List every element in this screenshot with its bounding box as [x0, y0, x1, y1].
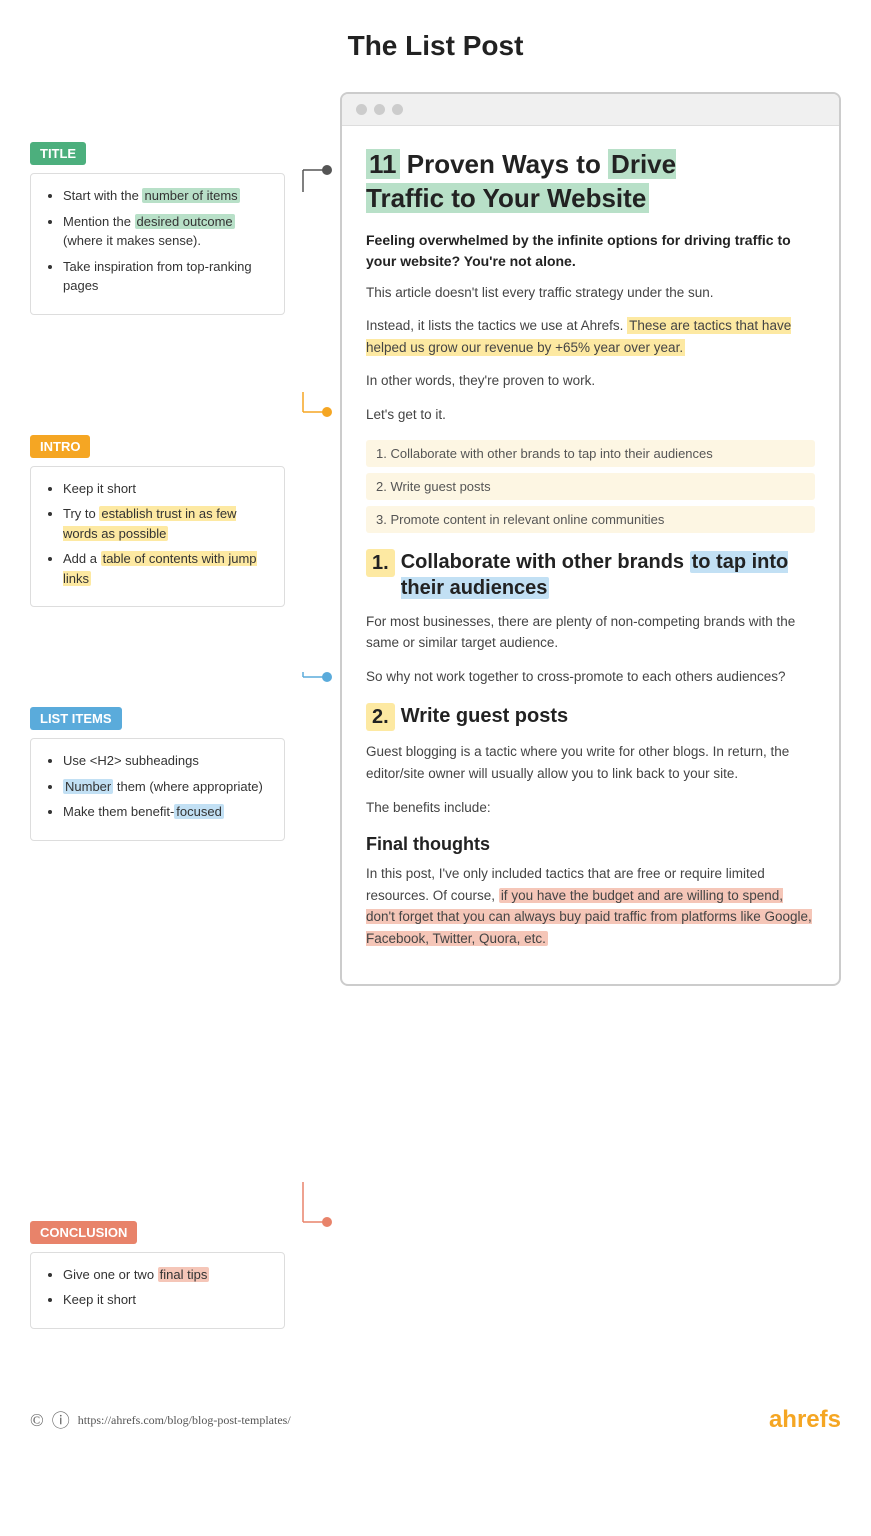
label-intro: INTRO	[30, 435, 90, 458]
number-of-items-highlight: number of items	[142, 188, 239, 203]
focused-highlight: focused	[174, 804, 224, 819]
conclusion-tip-1: Give one or two final tips	[63, 1265, 270, 1285]
browser-dot-2	[374, 104, 385, 115]
connector-lines-svg	[285, 82, 340, 1382]
intro-tip-box: Keep it short Try to establish trust in …	[30, 466, 285, 608]
connector-area	[285, 82, 340, 1382]
toc-list: 1. Collaborate with other brands to tap …	[366, 440, 815, 533]
para2-pre: Instead, it lists the tactics we use at …	[366, 318, 627, 333]
number-highlight: Number	[63, 779, 113, 794]
intro-tip-1: Keep it short	[63, 479, 270, 499]
section2-para1: Guest blogging is a tactic where you wri…	[366, 741, 815, 784]
footer: © ⓘ https://ahrefs.com/blog/blog-post-te…	[0, 1392, 871, 1444]
section1-heading: 1. Collaborate with other brands to tap …	[366, 549, 815, 601]
title-tips-list: Start with the number of items Mention t…	[45, 186, 270, 296]
label-title: TITLE	[30, 142, 86, 165]
label-conclusion: CONCLUSION	[30, 1221, 137, 1244]
table-of-contents-highlight: table of contents with jump links	[63, 551, 257, 586]
article-para1: This article doesn't list every traffic …	[366, 282, 815, 304]
article-para3: In other words, they're proven to work.	[366, 370, 815, 392]
annotation-title: TITLE Start with the number of items Men…	[30, 142, 285, 315]
list-tip-2: Number them (where appropriate)	[63, 777, 270, 797]
toc-item-2[interactable]: 2. Write guest posts	[366, 473, 815, 500]
desired-outcome-highlight: desired outcome	[135, 214, 235, 229]
final-heading: Final thoughts	[366, 834, 815, 855]
article-para4: Let's get to it.	[366, 404, 815, 426]
conclusion-tips-list: Give one or two final tips Keep it short	[45, 1265, 270, 1310]
title-tip-3: Take inspiration from top-ranking pages	[63, 257, 270, 296]
toc-item-1[interactable]: 1. Collaborate with other brands to tap …	[366, 440, 815, 467]
article-content: 11 Proven Ways to DriveTraffic to Your W…	[342, 126, 839, 984]
main-layout: TITLE Start with the number of items Men…	[0, 82, 871, 1382]
section1-para2: So why not work together to cross-promot…	[366, 666, 815, 688]
annotation-conclusion: CONCLUSION Give one or two final tips Ke…	[30, 1221, 285, 1329]
establish-trust-highlight: establish trust in as few words as possi…	[63, 506, 236, 541]
title-rest: Proven Ways to	[407, 149, 608, 179]
page-wrapper: The List Post TITLE Start with the numbe…	[0, 0, 871, 1444]
footer-left: © ⓘ https://ahrefs.com/blog/blog-post-te…	[30, 1407, 291, 1433]
columns: TITLE Start with the number of items Men…	[30, 82, 841, 1382]
section1-para1: For most businesses, there are plenty of…	[366, 611, 815, 654]
article-title: 11 Proven Ways to DriveTraffic to Your W…	[366, 148, 815, 216]
browser-dot-3	[392, 104, 403, 115]
browser-dot-1	[356, 104, 367, 115]
article-intro-bold: Feeling overwhelmed by the infinite opti…	[366, 230, 815, 272]
intro-tip-3: Add a table of contents with jump links	[63, 549, 270, 588]
annotation-list-items: LIST ITEMS Use <H2> subheadings Number t…	[30, 707, 285, 841]
title-tip-1: Start with the number of items	[63, 186, 270, 206]
final-para: In this post, I've only included tactics…	[366, 863, 815, 949]
info-icon: ⓘ	[52, 1407, 70, 1433]
section1-title: Collaborate with other brands to tap int…	[401, 549, 815, 601]
title-tip-2: Mention the desired outcome (where it ma…	[63, 212, 270, 251]
title-number: 11	[366, 149, 400, 179]
left-column: TITLE Start with the number of items Men…	[30, 82, 285, 1357]
browser-panel: 11 Proven Ways to DriveTraffic to Your W…	[340, 92, 841, 986]
list-tips-list: Use <H2> subheadings Number them (where …	[45, 751, 270, 822]
label-list-items: LIST ITEMS	[30, 707, 122, 730]
footer-url[interactable]: https://ahrefs.com/blog/blog-post-templa…	[78, 1413, 291, 1428]
browser-bar	[342, 94, 839, 126]
section2-num: 2.	[366, 703, 395, 731]
toc-item-3[interactable]: 3. Promote content in relevant online co…	[366, 506, 815, 533]
section1-title-hl: to tap into their audiences	[401, 551, 789, 599]
title-tip-box: Start with the number of items Mention t…	[30, 173, 285, 315]
section1-num: 1.	[366, 549, 395, 577]
page-title: The List Post	[0, 0, 871, 82]
section2-heading: 2. Write guest posts	[366, 703, 815, 731]
list-tip-3: Make them benefit-focused	[63, 802, 270, 822]
article-para2: Instead, it lists the tactics we use at …	[366, 315, 815, 358]
list-tip-box: Use <H2> subheadings Number them (where …	[30, 738, 285, 841]
list-tip-1: Use <H2> subheadings	[63, 751, 270, 771]
intro-tip-2: Try to establish trust in as few words a…	[63, 504, 270, 543]
intro-tips-list: Keep it short Try to establish trust in …	[45, 479, 270, 589]
conclusion-tip-box: Give one or two final tips Keep it short	[30, 1252, 285, 1329]
section2-title: Write guest posts	[401, 703, 568, 729]
annotation-intro: INTRO Keep it short Try to establish tru…	[30, 435, 285, 608]
final-tips-highlight: final tips	[158, 1267, 210, 1282]
section2-para2: The benefits include:	[366, 797, 815, 819]
right-column: 11 Proven Ways to DriveTraffic to Your W…	[340, 82, 841, 986]
conclusion-tip-2: Keep it short	[63, 1290, 270, 1310]
footer-brand: ahrefs	[769, 1406, 841, 1434]
cc-icon: ©	[30, 1410, 44, 1431]
